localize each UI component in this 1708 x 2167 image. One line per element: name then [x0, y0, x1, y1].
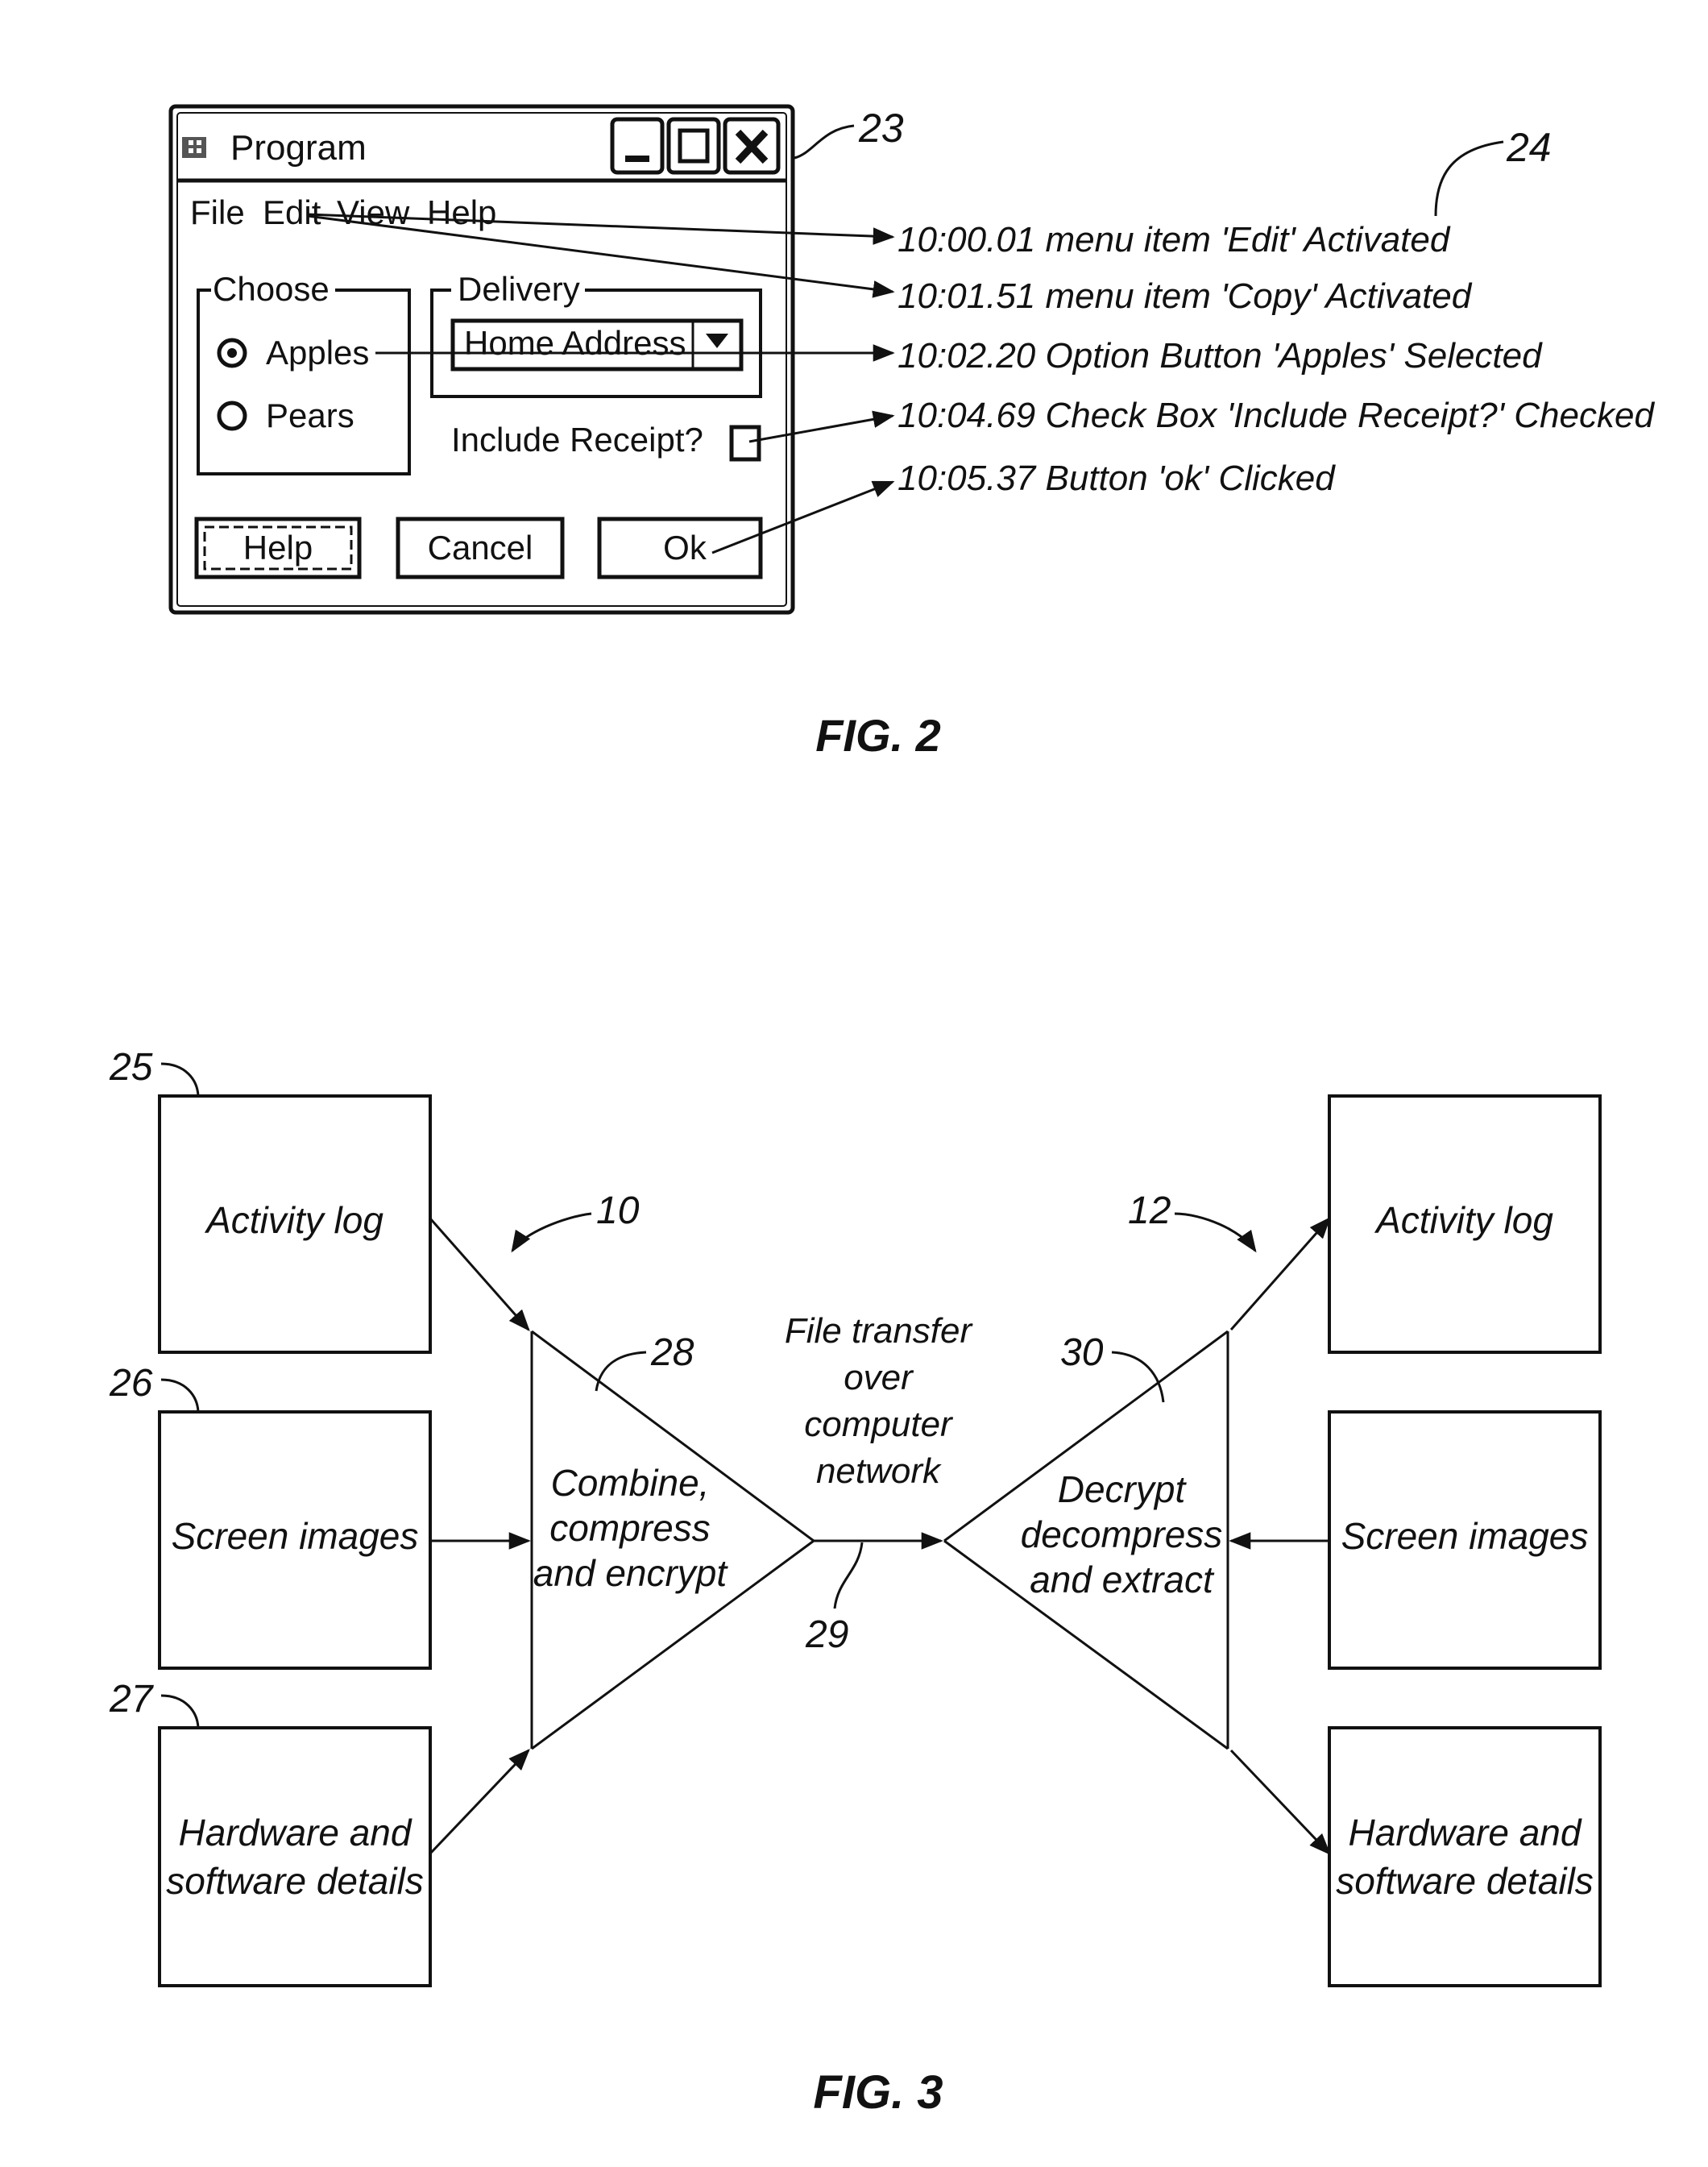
arrow-decrypt-to-hardware	[1229, 1749, 1331, 1855]
leader-line-23	[794, 124, 855, 160]
close-icon	[735, 129, 769, 164]
include-receipt-label: Include Receipt?	[451, 421, 703, 459]
leader-line-29	[833, 1542, 864, 1609]
leader-arrow-10	[511, 1212, 592, 1253]
menu-edit[interactable]: Edit	[263, 193, 321, 231]
ref-label-24: 24	[1506, 125, 1552, 170]
output-box-text: software details	[1336, 1860, 1594, 1902]
fig3-caption: FIG. 3	[813, 2066, 943, 2119]
leader-line-24	[1434, 140, 1504, 217]
fig2: Program File Edit View Help Choose Apple…	[168, 104, 1655, 761]
delivery-group-label: Delivery	[458, 270, 580, 308]
ref-label-27: 27	[109, 1678, 155, 1721]
delivery-selected-value: Home Address	[464, 324, 686, 362]
radio-apples-label: Apples	[266, 334, 369, 372]
delivery-dropdown[interactable]: Home Address	[450, 318, 744, 372]
log-arrows	[307, 213, 895, 554]
input-box-text: software details	[166, 1860, 424, 1902]
log-entry: 10:05.37 Button 'ok' Clicked	[898, 459, 1336, 498]
help-button-label: Help	[243, 529, 313, 567]
leader-line-25	[160, 1062, 200, 1097]
fig3: Activity log Screen images Hardware and …	[109, 1046, 1602, 2119]
transfer-text: File transfer	[785, 1311, 974, 1351]
arrow-checkbox	[748, 410, 895, 443]
choose-group: Choose Apples Pears	[197, 270, 411, 475]
leader-line-27	[160, 1694, 200, 1729]
output-box-hardware-software	[1328, 1726, 1602, 1987]
arrow-activity-to-combine	[429, 1218, 530, 1332]
delivery-group: Delivery Home Address	[430, 270, 762, 398]
right-process-text: decompress	[1021, 1513, 1223, 1555]
right-process-text: and extract	[1030, 1559, 1215, 1600]
input-box-hardware-software	[158, 1726, 432, 1987]
log-entry: 10:01.51 menu item 'Copy' Activated	[898, 276, 1473, 316]
ok-button-label: Ok	[663, 529, 707, 567]
output-box-text: Screen images	[1341, 1515, 1589, 1557]
transfer-text: network	[816, 1451, 942, 1491]
app-icon	[182, 137, 206, 158]
left-process-text: Combine,	[551, 1462, 710, 1504]
cancel-button-label: Cancel	[428, 529, 533, 567]
help-button[interactable]: Help	[194, 517, 362, 579]
log-entry: 10:04.69 Check Box 'Include Receipt?' Ch…	[898, 396, 1655, 435]
output-box-text: Activity log	[1374, 1199, 1553, 1241]
dropdown-arrow-icon	[706, 334, 728, 348]
ok-button[interactable]: Ok	[597, 517, 763, 579]
window-title: Program	[230, 128, 367, 168]
arrow-copy	[307, 214, 895, 298]
close-button[interactable]	[723, 117, 781, 175]
activity-log: 10:00.01 menu item 'Edit' Activated 10:0…	[898, 220, 1655, 498]
radio-apples[interactable]: Apples	[217, 334, 369, 372]
input-box-text: Hardware and	[179, 1812, 412, 1854]
transfer-text: over	[844, 1358, 914, 1397]
menu-bar: File Edit View Help	[190, 193, 496, 231]
radio-pears[interactable]: Pears	[217, 396, 354, 434]
minimize-icon	[625, 156, 649, 162]
ref-label-10: 10	[596, 1189, 640, 1232]
input-box-text: Activity log	[204, 1199, 383, 1241]
log-entry: 10:02.20 Option Button 'Apples' Selected	[898, 336, 1543, 376]
input-box-text: Screen images	[172, 1515, 419, 1557]
minimize-button[interactable]	[610, 117, 665, 175]
left-process-text: compress	[549, 1507, 710, 1549]
ref-label-12: 12	[1128, 1189, 1171, 1232]
fig2-caption: FIG. 2	[815, 710, 941, 761]
arrow-hardware-to-combine	[429, 1749, 530, 1855]
radio-selected-dot	[227, 348, 237, 358]
menu-file[interactable]: File	[190, 193, 245, 231]
ref-label-26: 26	[109, 1362, 153, 1405]
maximize-icon	[678, 128, 710, 164]
log-entry: 10:00.01 menu item 'Edit' Activated	[898, 220, 1451, 259]
left-process-text: and encrypt	[533, 1552, 729, 1594]
ref-label-23: 23	[858, 106, 904, 151]
leader-arrow-12	[1174, 1212, 1257, 1253]
ref-label-29: 29	[805, 1613, 848, 1656]
menu-help[interactable]: Help	[427, 193, 496, 231]
choose-group-label: Choose	[213, 270, 330, 308]
include-receipt-checkbox[interactable]	[729, 425, 761, 462]
ref-label-30: 30	[1060, 1331, 1104, 1374]
leader-line-26	[160, 1378, 200, 1413]
arrow-decrypt-to-activity	[1229, 1216, 1331, 1331]
ref-label-28: 28	[650, 1331, 694, 1374]
output-box-text: Hardware and	[1349, 1812, 1582, 1854]
ref-label-25: 25	[109, 1046, 153, 1089]
cancel-button[interactable]: Cancel	[396, 517, 565, 579]
maximize-button[interactable]	[666, 117, 721, 175]
patent-figure-sheet: Program File Edit View Help Choose Apple…	[109, 104, 1655, 2119]
leader-line-30	[1111, 1351, 1165, 1403]
radio-pears-label: Pears	[266, 396, 354, 434]
transfer-text: computer	[804, 1405, 954, 1444]
right-process-text: Decrypt	[1058, 1468, 1188, 1510]
